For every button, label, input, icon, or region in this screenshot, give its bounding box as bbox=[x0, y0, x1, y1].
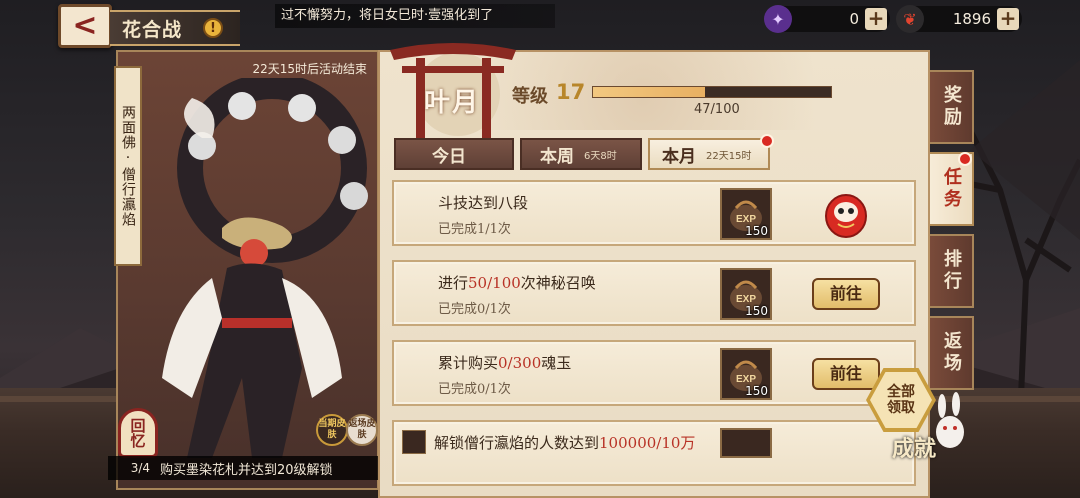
side-tab-return[interactable]: 返场 bbox=[930, 316, 974, 390]
tab-week-label: 本周 bbox=[540, 146, 574, 167]
back-button[interactable]: < bbox=[58, 4, 112, 48]
exp-reward-icon[interactable]: EXP 150 bbox=[720, 188, 772, 240]
currency-jade: ✦ 0 + bbox=[764, 5, 890, 33]
task-row: 解锁僧行瀛焰的人数达到100000/10万 bbox=[392, 420, 916, 486]
tab-month-label: 本月 bbox=[662, 146, 696, 167]
reward-qty: 150 bbox=[745, 304, 768, 318]
level-progress-fill bbox=[593, 87, 705, 97]
return-skin-badge[interactable]: 返场皮肤 bbox=[346, 414, 378, 446]
task-row: 斗技达到八段 已完成1/1次 EXP 150 bbox=[392, 180, 916, 246]
notification-dot bbox=[760, 134, 774, 148]
achievement-button[interactable]: 成就 bbox=[892, 438, 960, 494]
news-ticker: 过不懈努力，将日女巳时·壹强化到了 bbox=[275, 4, 555, 28]
currency-token: ❦ 1896 + bbox=[896, 5, 1022, 33]
daruma-completed-icon bbox=[825, 194, 867, 238]
tab-today[interactable]: 今日 bbox=[394, 138, 514, 170]
chevron-left-icon: < bbox=[72, 8, 98, 43]
level-label: 等级 bbox=[512, 86, 548, 107]
red-fish-token-icon: ❦ bbox=[896, 5, 924, 33]
task-name: 解锁僧行瀛焰的人数达到100000/10万 bbox=[434, 434, 696, 452]
tab-month-timer: 22天15时 bbox=[706, 150, 752, 162]
tab-month[interactable]: 本月 22天15时 bbox=[648, 134, 774, 170]
page-title: 花合战 bbox=[122, 18, 183, 41]
currency-jade-value: 0 bbox=[849, 10, 859, 28]
exp-reward-icon[interactable]: EXP 150 bbox=[720, 348, 772, 400]
period-tabs: 今日 本周 6天8时 本月 22天15时 bbox=[394, 134, 774, 170]
reward-qty: 150 bbox=[745, 384, 768, 398]
level-progress-bar bbox=[592, 86, 832, 98]
side-tab-rewards[interactable]: 奖励 bbox=[930, 70, 974, 144]
add-jade-button[interactable]: + bbox=[865, 8, 887, 30]
task-progress: 已完成1/1次 bbox=[438, 222, 511, 237]
jade-orb-icon: ✦ bbox=[764, 5, 792, 33]
goto-button[interactable]: 前往 bbox=[812, 278, 880, 310]
tab-week[interactable]: 本周 6天8时 bbox=[520, 138, 642, 170]
tab-week-timer: 6天8时 bbox=[584, 150, 617, 162]
tab-today-label: 今日 bbox=[432, 146, 466, 167]
exp-reward-icon[interactable] bbox=[720, 428, 772, 458]
character-avatar-icon bbox=[402, 430, 426, 454]
task-row: 进行50/100次神秘召唤 已完成0/1次 EXP 150 前往 bbox=[392, 260, 916, 326]
task-panel: 叶月 等级 17 47/100 今日 本周 6天8时 本月 22天15时 斗技达… bbox=[378, 43, 930, 498]
reward-qty: 150 bbox=[745, 224, 768, 238]
task-progress: 已完成0/1次 bbox=[438, 302, 511, 317]
unlock-count: 3/4 bbox=[130, 461, 150, 475]
unlock-text: 购买墨染花札并达到20级解锁 bbox=[160, 462, 333, 478]
side-tab-ranking[interactable]: 排行 bbox=[930, 234, 974, 308]
task-row: 累计购买0/300魂玉 已完成0/1次 EXP 150 前往 bbox=[392, 340, 916, 406]
goto-button[interactable]: 前往 bbox=[812, 358, 880, 390]
task-name: 斗技达到八段 bbox=[438, 194, 529, 212]
level-value: 17 bbox=[556, 80, 586, 104]
current-skin-badge[interactable]: 当期皮肤 bbox=[316, 414, 348, 446]
level-progress-text: 47/100 bbox=[694, 102, 740, 117]
task-progress: 已完成0/1次 bbox=[438, 382, 511, 397]
event-timer: 22天15时后活动结束 bbox=[252, 62, 367, 76]
task-name: 进行50/100次神秘召唤 bbox=[438, 274, 596, 292]
claim-all-label: 全部领取 bbox=[887, 384, 915, 416]
info-warning-icon[interactable]: ! bbox=[203, 18, 223, 38]
unlock-bar: 3/4 购买墨染花札并达到20级解锁 bbox=[108, 456, 380, 480]
month-name: 叶月 bbox=[424, 88, 481, 118]
notification-dot bbox=[958, 152, 972, 166]
currency-token-value: 1896 bbox=[952, 10, 991, 28]
add-token-button[interactable]: + bbox=[997, 8, 1019, 30]
exp-reward-icon[interactable]: EXP 150 bbox=[720, 268, 772, 320]
recall-button[interactable]: 回忆 bbox=[118, 408, 158, 458]
task-name: 累计购买0/300魂玉 bbox=[438, 354, 572, 372]
